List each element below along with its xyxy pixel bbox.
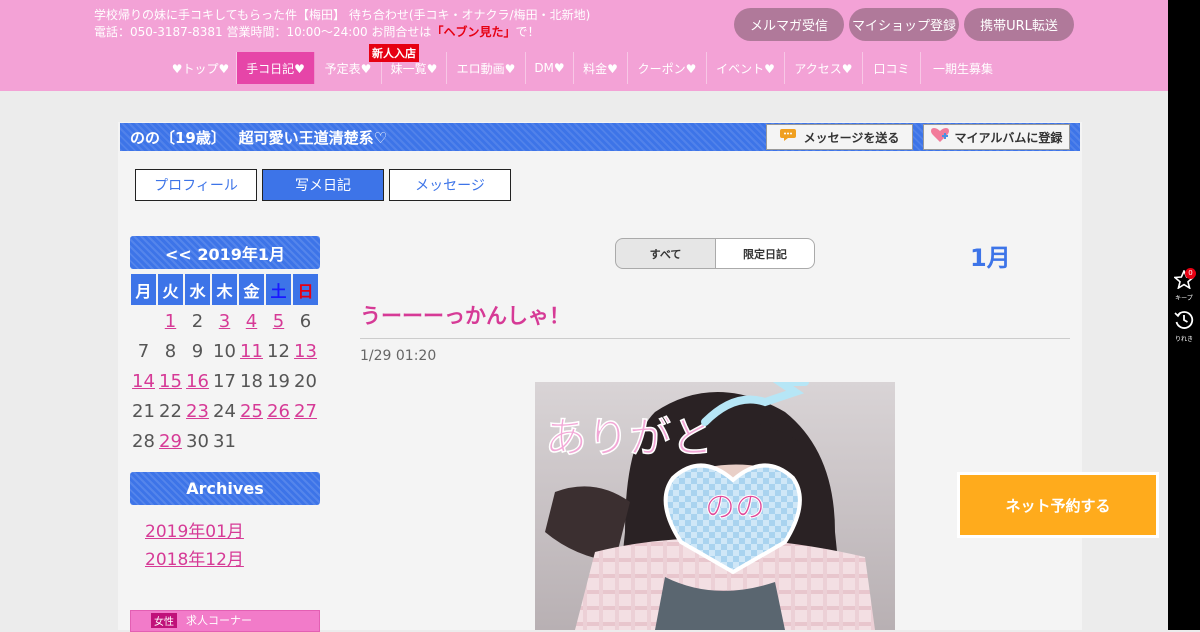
calendar-day-link[interactable]: 14	[131, 367, 156, 395]
calendar-header[interactable]: << 2019年1月	[130, 236, 320, 269]
calendar-day-link[interactable]: 25	[239, 397, 264, 425]
calendar-day-link[interactable]: 16	[185, 367, 210, 395]
history-label: りれき	[1174, 336, 1193, 343]
mobile-url-button[interactable]: 携帯URL転送	[964, 8, 1074, 41]
shop-tagline: 学校帰りの妹に手コキしてもらった件【梅田】 待ち合わせ(手コキ・オナクラ/梅田・…	[94, 8, 591, 22]
calendar-day-link[interactable]: 4	[239, 307, 264, 335]
calendar-day: 17	[213, 370, 236, 392]
profile-title: のの〔19歳〕 超可愛い王道清楚系♡	[130, 129, 388, 147]
tab-message[interactable]: メッセージ	[389, 169, 511, 201]
photo-caption-text: ありがと	[545, 413, 713, 462]
right-toolbar: 0 キープ りれき	[1168, 0, 1200, 630]
calendar-weekday: 日	[293, 274, 318, 305]
post-title: うーーーっかんしゃ！	[360, 304, 570, 328]
month-label: 1月	[970, 244, 1011, 272]
send-message-button[interactable]: メッセージを送る	[766, 124, 913, 150]
history-button[interactable]: りれき	[1168, 310, 1200, 343]
reserve-button-frame: ネット予約する	[957, 472, 1159, 538]
calendar-day-link[interactable]: 11	[239, 337, 264, 365]
calendar-weekday: 金	[239, 274, 264, 305]
profile-title-bar: のの〔19歳〕 超可愛い王道清楚系♡ メッセージを送る マイアルバムに登録	[120, 123, 1080, 151]
chat-bubble-icon	[779, 127, 798, 147]
nav-top[interactable]: ♥トップ♥	[165, 52, 237, 84]
keep-label: キープ	[1175, 295, 1193, 302]
nav-access[interactable]: アクセス♥	[785, 52, 863, 84]
calendar-day-link[interactable]: 5	[266, 307, 291, 335]
calendar-day: 18	[240, 370, 263, 392]
calendar-day: 19	[267, 370, 290, 392]
nav-videos[interactable]: エロ動画♥	[447, 52, 526, 84]
calendar-day: 22	[159, 400, 182, 422]
calendar-day-link[interactable]: 23	[185, 397, 210, 425]
post-divider	[360, 338, 1070, 339]
archive-link-2018-12[interactable]: 2018年12月	[145, 545, 244, 570]
add-album-label: マイアルバムに登録	[954, 130, 1063, 145]
calendar-day: 31	[213, 430, 236, 452]
calendar-day: 8	[164, 340, 177, 362]
send-message-label: メッセージを送る	[803, 130, 900, 145]
nav-diary[interactable]: 手コ日記♥	[237, 52, 315, 84]
contact-line: 電話：050-3187-8381 営業時間：10:00～24:00 お問合せは「…	[94, 23, 539, 40]
heaven-highlight: 「ヘブン見た」	[431, 25, 516, 39]
calendar-day-link[interactable]: 26	[266, 397, 291, 425]
calendar-day: 6	[299, 310, 312, 332]
calendar-day: 9	[191, 340, 204, 362]
calendar-day: 28	[132, 430, 155, 452]
calendar-day: 10	[213, 340, 236, 362]
calendar-weekday: 木	[212, 274, 237, 305]
tab-profile[interactable]: プロフィール	[135, 169, 257, 201]
calendar-day-link[interactable]: 27	[293, 397, 318, 425]
calendar-day: 20	[294, 370, 317, 392]
new-arrival-badge: 新人入店	[369, 44, 419, 62]
tab-photo-diary[interactable]: 写メ日記	[262, 169, 384, 201]
archive-link-2019-01[interactable]: 2019年01月	[145, 517, 244, 542]
calendar-day: 7	[137, 340, 150, 362]
calendar-weekday: 月	[131, 274, 156, 305]
phone-suffix: で！	[515, 25, 540, 39]
nav-price[interactable]: 料金♥	[574, 52, 628, 84]
archives-header: Archives	[130, 472, 320, 505]
calendar-day: 24	[213, 400, 236, 422]
heart-icon	[930, 127, 949, 147]
calendar-weekday: 火	[158, 274, 183, 305]
calendar-day-link[interactable]: 1	[158, 307, 183, 335]
recruit-text: 求人コーナー	[186, 614, 252, 627]
nav-reviews[interactable]: 口コミ	[863, 52, 921, 84]
nav-event[interactable]: イベント♥	[707, 52, 785, 84]
keep-button[interactable]: 0 キープ	[1168, 268, 1200, 302]
calendar-weekday: 水	[185, 274, 210, 305]
keep-count-badge: 0	[1185, 268, 1196, 279]
net-reserve-button[interactable]: ネット予約する	[960, 475, 1156, 535]
calendar-day: 12	[267, 340, 290, 362]
filter-limited-button[interactable]: 限定日記	[715, 238, 815, 269]
recruit-tag: 女性	[151, 613, 177, 628]
phone-text: 電話：050-3187-8381 営業時間：10:00～24:00 お問合せは	[94, 25, 432, 39]
nav-dm[interactable]: DM♥	[526, 52, 574, 84]
site-header: 学校帰りの妹に手コキしてもらった件【梅田】 待ち合わせ(手コキ・オナクラ/梅田・…	[0, 0, 1168, 91]
post-date: 1/29 01:20	[360, 348, 437, 364]
nav-coupon[interactable]: クーポン♥	[628, 52, 707, 84]
calendar-day-link[interactable]: 29	[158, 427, 183, 455]
calendar-day: 21	[132, 400, 155, 422]
filter-all-button[interactable]: すべて	[615, 238, 716, 269]
recruit-banner[interactable]: 女性 求人コーナー	[130, 610, 320, 632]
nav-recruit[interactable]: 一期生募集	[921, 52, 1005, 84]
photo-name-text: のの	[705, 490, 765, 525]
calendar-weekday: 土	[266, 274, 291, 305]
post-photo[interactable]: のの ありがと	[535, 382, 895, 630]
myshop-register-button[interactable]: マイショップ登録	[849, 8, 959, 41]
history-clock-icon	[1174, 311, 1194, 334]
calendar-day: 2	[191, 310, 204, 332]
calendar-day-link[interactable]: 15	[158, 367, 183, 395]
newsletter-button[interactable]: メルマガ受信	[734, 8, 844, 41]
calendar-day: 30	[186, 430, 209, 452]
add-album-button[interactable]: マイアルバムに登録	[923, 124, 1070, 150]
calendar-day-link[interactable]: 13	[293, 337, 318, 365]
calendar-day-link[interactable]: 3	[212, 307, 237, 335]
